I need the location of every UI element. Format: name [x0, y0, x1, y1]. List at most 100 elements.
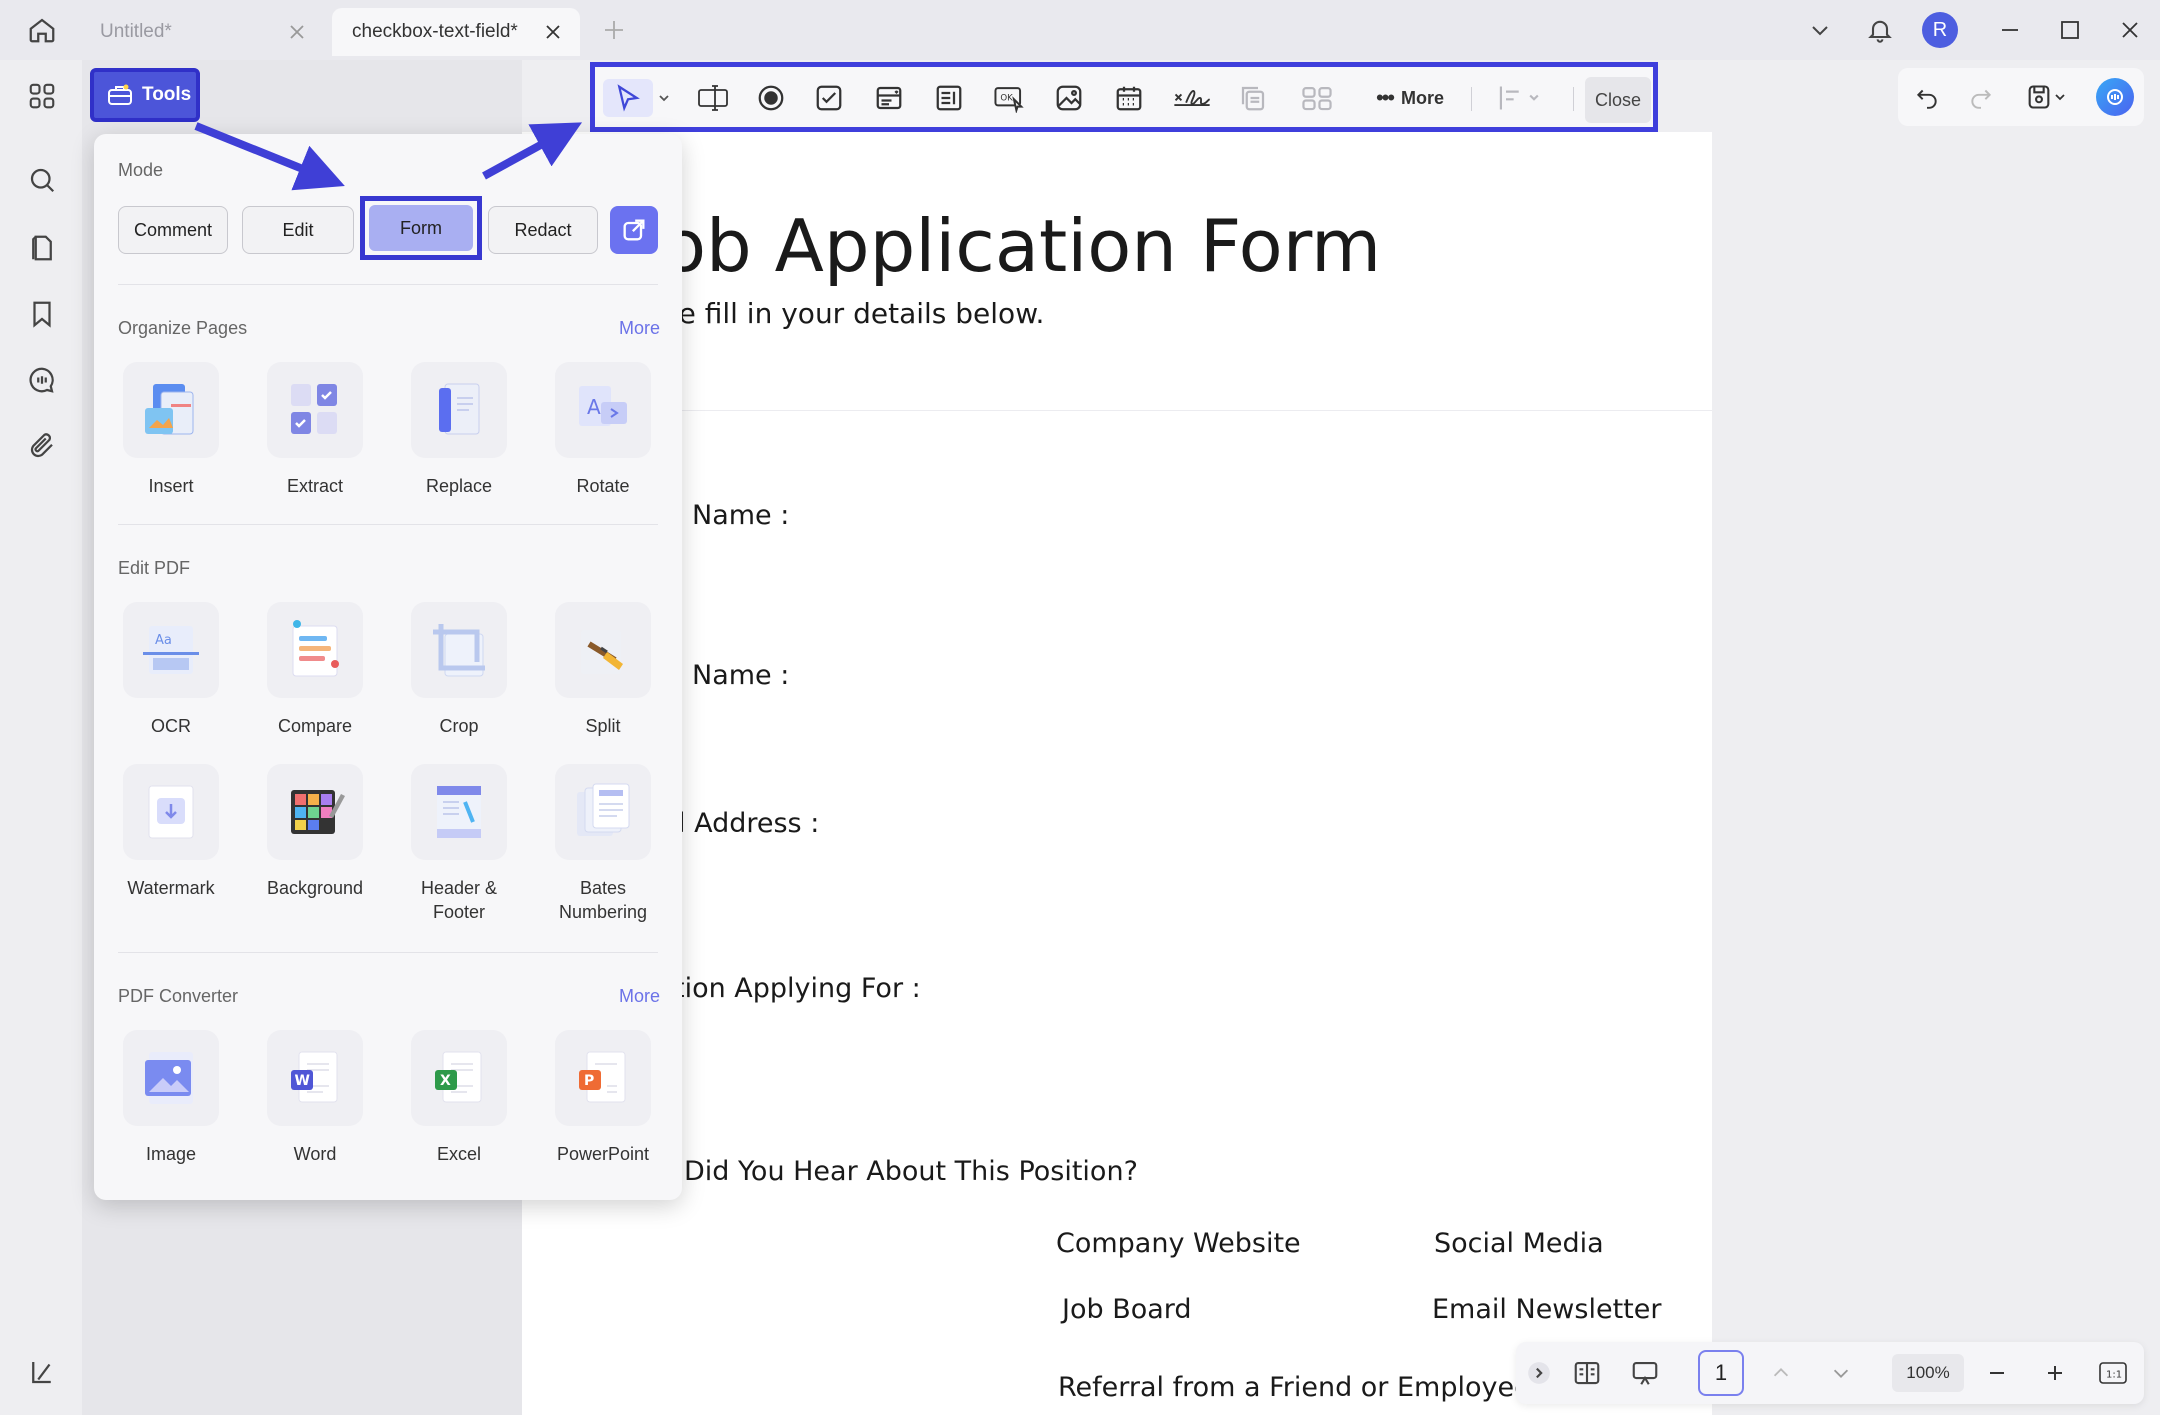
convert-word-tool[interactable]: W Word [260, 1030, 370, 1166]
close-window-icon[interactable] [2112, 12, 2148, 48]
mode-comment-button[interactable]: Comment [118, 206, 228, 254]
sidebar-toggle-icon[interactable] [22, 1352, 62, 1392]
actual-size-icon[interactable]: 1:1 [2094, 1354, 2132, 1392]
tool-label: Watermark [127, 878, 215, 898]
radio-button-icon[interactable] [749, 79, 793, 117]
more-label: More [1401, 87, 1445, 108]
divider [118, 952, 658, 953]
presentation-icon[interactable] [1626, 1354, 1664, 1392]
zoom-level[interactable]: 100% [1892, 1354, 1964, 1392]
replace-tool[interactable]: Replace [404, 362, 514, 498]
mode-redact-button[interactable]: Redact [488, 206, 598, 254]
maximize-icon[interactable] [2052, 12, 2088, 48]
checkbox-option-label: Job Board [1062, 1294, 1192, 1325]
list-box-icon[interactable] [927, 79, 971, 117]
avatar[interactable]: R [1922, 12, 1958, 48]
checkbox-option-label: Company Website [1056, 1228, 1301, 1259]
button-field-icon[interactable]: OK [987, 79, 1031, 117]
convert-powerpoint-tool[interactable]: P PowerPoint [548, 1030, 658, 1166]
tool-label: PowerPoint [556, 1144, 650, 1164]
next-page-icon[interactable] [1822, 1354, 1860, 1392]
ocr-tool[interactable]: Aa OCR [116, 602, 226, 738]
word-file-icon: W [267, 1030, 363, 1126]
organize-pages-more-link[interactable]: More [619, 318, 660, 339]
search-icon[interactable] [22, 160, 62, 200]
bell-icon[interactable] [1862, 12, 1898, 48]
extract-tool[interactable]: Extract [260, 362, 370, 498]
compare-tool[interactable]: Compare [260, 602, 370, 738]
align-left-dropdown-icon[interactable] [1491, 79, 1549, 117]
mode-form-button[interactable]: Form [369, 205, 473, 251]
mode-edit-button[interactable]: Edit [242, 206, 354, 254]
tool-label: Word [293, 1144, 337, 1164]
pdf-converter-more-link[interactable]: More [619, 986, 660, 1007]
toolbox-icon [108, 84, 132, 105]
chevron-down-icon[interactable] [653, 79, 675, 117]
checkbox-option-label: Referral from a Friend or Employee [1058, 1372, 1531, 1403]
bookmark-icon[interactable] [22, 294, 62, 334]
insert-tool[interactable]: Insert [116, 362, 226, 498]
image-file-icon [123, 1030, 219, 1126]
convert-excel-tool[interactable]: X Excel [404, 1030, 514, 1166]
field-label: Name : [692, 660, 790, 691]
powerpoint-file-icon: P [555, 1030, 651, 1126]
extract-pages-icon [267, 362, 363, 458]
previous-page-icon[interactable] [1762, 1354, 1800, 1392]
more-button[interactable]: ••• More [1365, 79, 1455, 117]
comment-list-icon[interactable] [22, 360, 62, 400]
close-tab-icon[interactable] [286, 21, 308, 43]
tab-list-chevron-icon[interactable] [1802, 12, 1838, 48]
duplicate-fields-icon[interactable] [1231, 79, 1275, 117]
signature-field-icon[interactable] [1167, 79, 1217, 117]
checkbox-icon[interactable] [807, 79, 851, 117]
bates-numbering-tool[interactable]: Bates Numbering [548, 764, 658, 924]
split-tool[interactable]: Split [548, 602, 658, 738]
apps-grid-icon[interactable] [22, 76, 62, 116]
minimize-icon[interactable] [1992, 12, 2028, 48]
tab-checkbox-text-field[interactable]: checkbox-text-field* [332, 8, 580, 56]
select-tool-button[interactable] [603, 79, 653, 117]
header-footer-tool[interactable]: Header & Footer [404, 764, 514, 924]
checkbox-option-label: Email Newsletter [1432, 1294, 1662, 1325]
toolbar-separator [1573, 87, 1574, 111]
convert-image-tool[interactable]: Image [116, 1030, 226, 1166]
ai-assistant-icon[interactable] [2096, 78, 2134, 116]
checkbox-option-label: Social Media [1434, 1228, 1604, 1259]
image-field-icon[interactable] [1047, 79, 1091, 117]
attachment-icon[interactable] [22, 426, 62, 466]
rotate-tool[interactable]: A Rotate [548, 362, 658, 498]
zoom-out-icon[interactable] [1978, 1354, 2016, 1392]
open-external-icon[interactable] [610, 206, 658, 254]
undo-icon[interactable] [1908, 78, 1946, 116]
watermark-tool[interactable]: Watermark [116, 764, 226, 900]
mode-section-title: Mode [118, 160, 164, 180]
background-icon [267, 764, 363, 860]
calendar-date-icon[interactable] [1107, 79, 1151, 117]
history-toolbar [1898, 68, 2144, 126]
page-number-input[interactable]: 1 [1698, 1350, 1744, 1396]
background-tool[interactable]: Background [260, 764, 370, 900]
page-thumbnail-icon[interactable] [22, 228, 62, 268]
zoom-in-icon[interactable] [2036, 1354, 2074, 1392]
text-field-icon[interactable] [691, 79, 735, 117]
redo-icon[interactable] [1962, 78, 2000, 116]
mode-form-highlight: Form [360, 196, 482, 260]
crop-tool[interactable]: Crop [404, 602, 514, 738]
page-layout-icon[interactable] [1568, 1354, 1606, 1392]
save-options-chevron-icon[interactable] [2050, 78, 2070, 116]
combo-box-icon[interactable] [867, 79, 911, 117]
tools-button[interactable]: Tools [90, 68, 200, 122]
home-icon[interactable] [24, 12, 60, 48]
expand-arrow-icon[interactable] [1524, 1354, 1554, 1392]
document-subtitle: se fill in your details below. [664, 297, 1045, 330]
tool-label: OCR [151, 716, 191, 736]
new-tab-plus-icon[interactable] [600, 16, 628, 44]
align-grid-icon[interactable] [1295, 79, 1339, 117]
tool-label: Background [266, 878, 364, 898]
crop-icon [411, 602, 507, 698]
svg-text:A: A [587, 395, 601, 419]
tab-untitled[interactable]: Untitled* [80, 8, 324, 56]
edit-pdf-title: Edit PDF [118, 558, 191, 578]
close-form-mode-button[interactable]: Close [1585, 77, 1651, 123]
close-tab-icon[interactable] [542, 21, 564, 43]
